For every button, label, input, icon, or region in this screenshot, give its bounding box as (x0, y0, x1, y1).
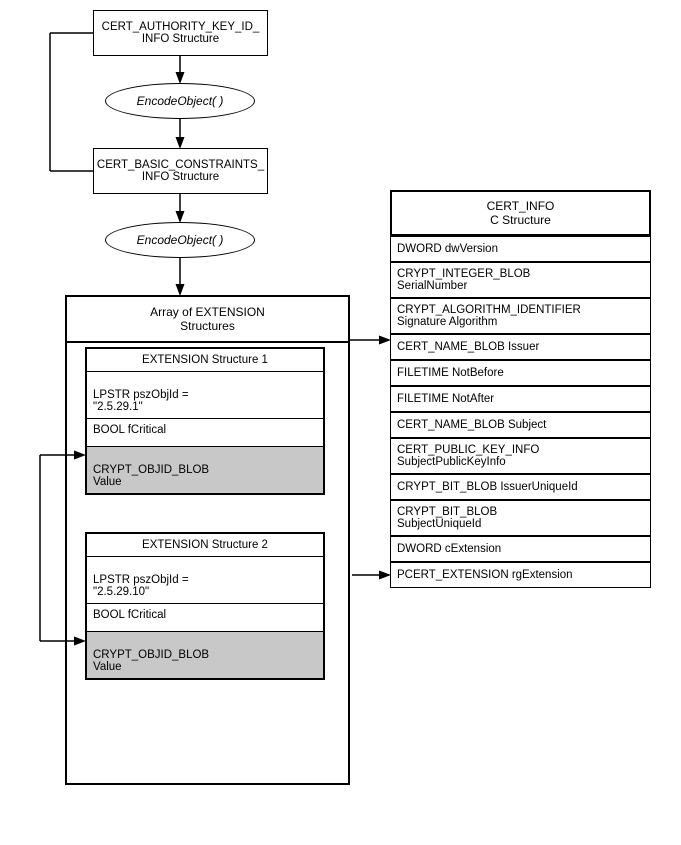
cert-info-row-9: CRYPT_BIT_BLOB SubjectUniqueId (390, 500, 651, 536)
ext1-row2: BOOL fCritical (87, 419, 323, 447)
cert-info-row-7-text: CERT_PUBLIC_KEY_INFO SubjectPublicKeyInf… (397, 444, 539, 468)
ext1-box: EXTENSION Structure 1 LPSTR pszObjId = "… (85, 347, 325, 495)
cert-info-row-2-text: CRYPT_ALGORITHM_IDENTIFIER Signature Alg… (397, 304, 581, 328)
cert-info-row-10-text: DWORD cExtension (397, 543, 501, 555)
cert-info-row-6: CERT_NAME_BLOB Subject (390, 412, 651, 438)
cert-info-row-2: CRYPT_ALGORITHM_IDENTIFIER Signature Alg… (390, 298, 651, 334)
ext1-row3-text: CRYPT_OBJID_BLOB Value (93, 464, 209, 488)
cert-info-row-7: CERT_PUBLIC_KEY_INFO SubjectPublicKeyInf… (390, 438, 651, 474)
cert-info-row-1: CRYPT_INTEGER_BLOB SerialNumber (390, 262, 651, 298)
cert-info-title1: CERT_INFO (487, 199, 555, 213)
cert-info-row-3: CERT_NAME_BLOB Issuer (390, 334, 651, 360)
cert-info-row-0-text: DWORD dwVersion (397, 243, 498, 255)
ext2-row3-text: CRYPT_OBJID_BLOB Value (93, 649, 209, 673)
ext2-row2-text: BOOL fCritical (93, 609, 166, 621)
ext1-header: EXTENSION Structure 1 (87, 349, 323, 372)
ext1-row2-text: BOOL fCritical (93, 424, 166, 436)
cert-info-row-11: PCERT_EXTENSION rgExtension (390, 562, 651, 588)
ext2-header: EXTENSION Structure 2 (87, 534, 323, 557)
ext2-row3: CRYPT_OBJID_BLOB Value (87, 632, 323, 678)
cert-info-row-9-text: CRYPT_BIT_BLOB SubjectUniqueId (397, 506, 497, 530)
cert-info-row-5-text: FILETIME NotAfter (397, 393, 494, 405)
ext2-row1: LPSTR pszObjId = "2.5.29.10" (87, 557, 323, 604)
ext2-row1-text: LPSTR pszObjId = "2.5.29.10" (93, 574, 189, 598)
cert-info-row-6-text: CERT_NAME_BLOB Subject (397, 419, 546, 431)
encode1-label: EncodeObject( ) (137, 94, 224, 108)
cert-basic-box: CERT_BASIC_CONSTRAINTS_ INFO Structure (93, 148, 268, 194)
array-label: Array of EXTENSION Structures (67, 297, 348, 343)
cert-info-row-4: FILETIME NotBefore (390, 360, 651, 386)
cert-info-header: CERT_INFO C Structure (390, 190, 651, 236)
ext1-row1: LPSTR pszObjId = "2.5.29.1" (87, 372, 323, 419)
cert-info-row-1-text: CRYPT_INTEGER_BLOB SerialNumber (397, 268, 530, 292)
cert-info-row-8-text: CRYPT_BIT_BLOB IssuerUniqueId (397, 481, 578, 493)
ext2-row2: BOOL fCritical (87, 604, 323, 632)
cert-info-title2: C Structure (490, 213, 551, 227)
cert-basic-label: CERT_BASIC_CONSTRAINTS_ INFO Structure (97, 159, 264, 183)
cert-info-row-4-text: FILETIME NotBefore (397, 367, 504, 379)
encode-oval-2: EncodeObject( ) (105, 222, 255, 258)
cert-info-row-3-text: CERT_NAME_BLOB Issuer (397, 341, 539, 353)
ext2-box: EXTENSION Structure 2 LPSTR pszObjId = "… (85, 532, 325, 680)
ext1-row1-text: LPSTR pszObjId = "2.5.29.1" (93, 389, 189, 413)
array-label-text: Array of EXTENSION Structures (150, 305, 265, 333)
encode-oval-1: EncodeObject( ) (105, 83, 255, 119)
array-outer-box: Array of EXTENSION Structures EXTENSION … (65, 295, 350, 785)
cert-info-row-8: CRYPT_BIT_BLOB IssuerUniqueId (390, 474, 651, 500)
cert-info-row-5: FILETIME NotAfter (390, 386, 651, 412)
ext2-header-label: EXTENSION Structure 2 (142, 539, 268, 551)
ext1-header-label: EXTENSION Structure 1 (142, 354, 268, 366)
ext1-row3: CRYPT_OBJID_BLOB Value (87, 447, 323, 493)
encode2-label: EncodeObject( ) (137, 233, 224, 247)
cert-info-row-0: DWORD dwVersion (390, 236, 651, 262)
cert-authority-box: CERT_AUTHORITY_KEY_ID_ INFO Structure (93, 10, 268, 56)
cert-authority-label: CERT_AUTHORITY_KEY_ID_ INFO Structure (102, 21, 260, 45)
cert-info-row-10: DWORD cExtension (390, 536, 651, 562)
cert-info-row-11-text: PCERT_EXTENSION rgExtension (397, 569, 573, 581)
